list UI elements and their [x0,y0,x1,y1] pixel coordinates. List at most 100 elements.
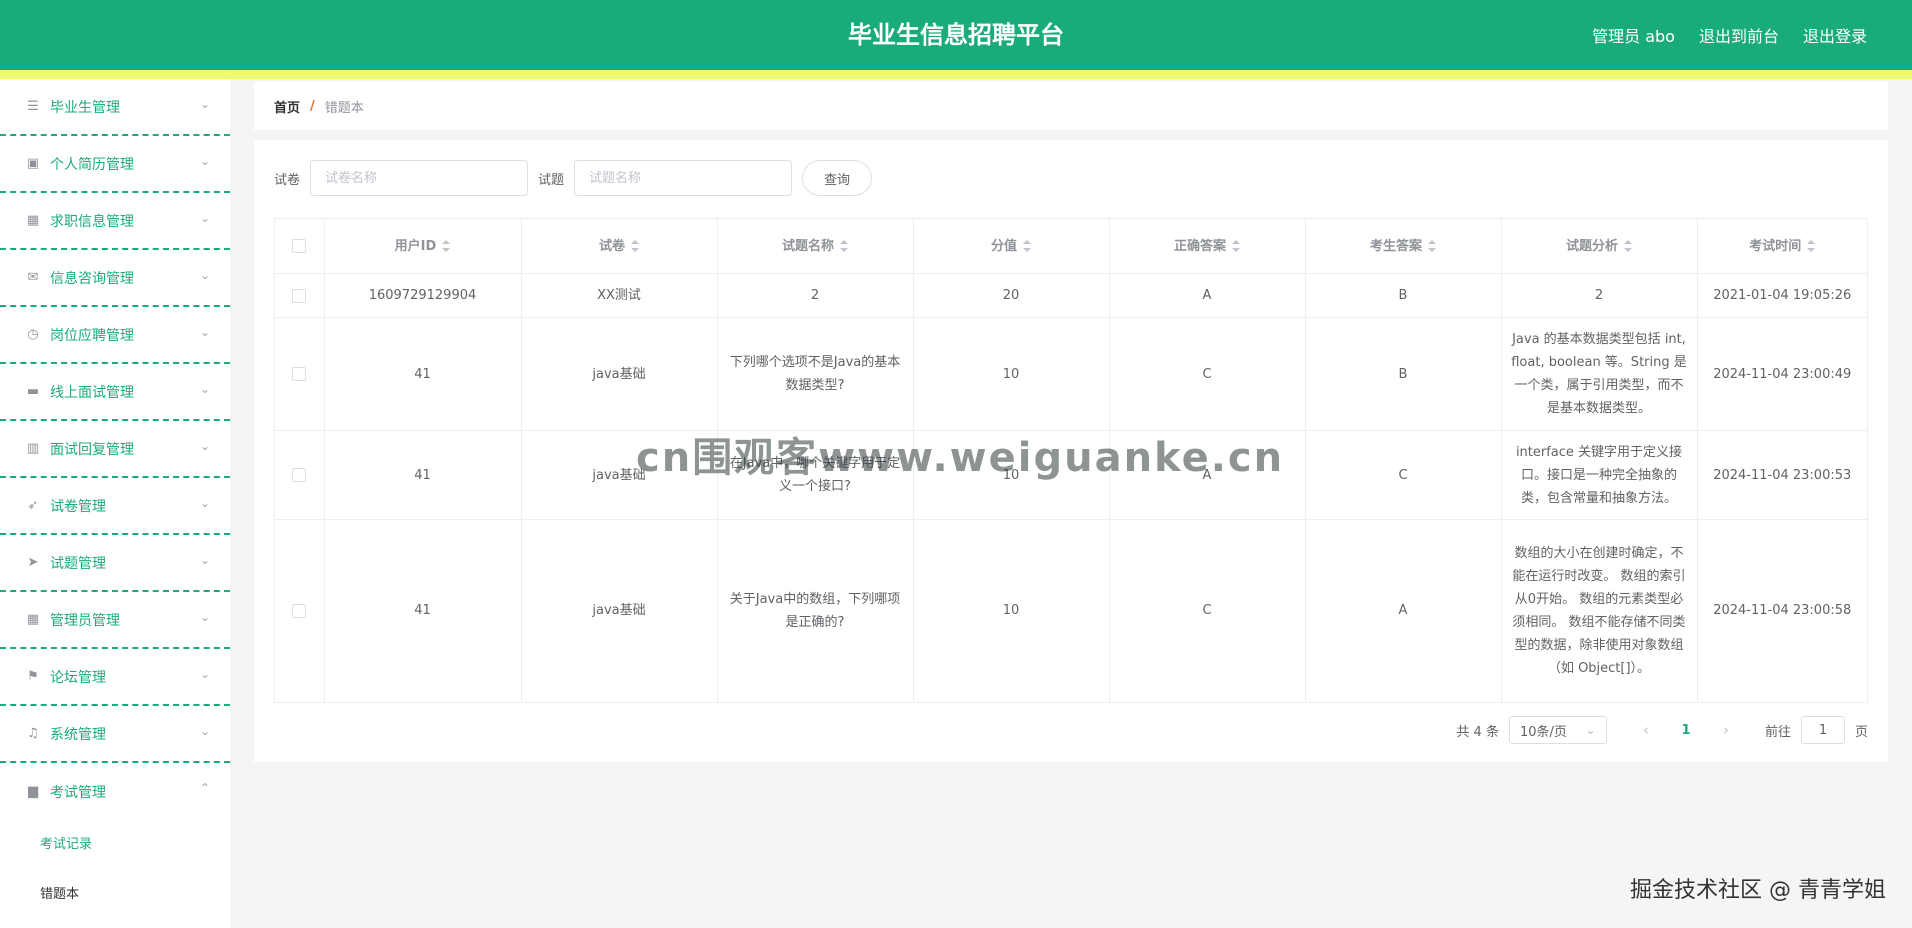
top-header: 毕业生信息招聘平台 管理员 abo 退出到前台 退出登录 [0,0,1912,70]
table-header-row: 用户ID 试卷 试题名称 分值 正确答案 考生答案 试题分析 考试时间 [275,219,1867,274]
chevron-up-icon: ⌃ [199,781,210,795]
column-header[interactable]: 考生答案 [1305,219,1502,274]
sort-icon[interactable] [631,240,639,252]
breadcrumb: 首页 / 错题本 [254,82,1888,130]
cell-exam-time: 2024-11-04 23:00:53 [1697,430,1867,520]
sidebar-item-question[interactable]: ➤ 试题管理 ⌄ [0,535,230,592]
sort-icon[interactable] [840,240,848,252]
logout-link[interactable]: 退出登录 [1803,23,1867,47]
sidebar-item-system[interactable]: ♫ 系统管理 ⌄ [0,706,230,763]
sidebar-item-label: 线上面试管理 [50,384,134,401]
sidebar-item-interview-reply[interactable]: ▥ 面试回复管理 ⌄ [0,421,230,478]
breadcrumb-separator: / [310,98,315,114]
column-header[interactable]: 考试时间 [1697,219,1867,274]
sidebar-item-paper[interactable]: ➶ 试卷管理 ⌄ [0,478,230,535]
chevron-down-icon: ⌄ [199,667,210,681]
query-button[interactable]: 查询 [802,160,873,196]
clipboard-icon: ▣ [26,156,40,171]
page-size-select[interactable]: 10条/页 ⌄ [1508,716,1607,744]
sidebar-item-label: 管理员管理 [50,612,120,629]
cell-candidate-answer: B [1305,317,1502,431]
column-header[interactable]: 试题分析 [1501,219,1698,274]
row-checkbox[interactable] [292,288,307,303]
cell-exam-time: 2024-11-04 23:00:49 [1697,317,1867,431]
mail-icon: ✉ [27,270,39,285]
sidebar-item-online-interview[interactable]: ▬ 线上面试管理 ⌄ [0,364,230,421]
sidebar-item-forum[interactable]: ⚑ 论坛管理 ⌄ [0,649,230,706]
column-header[interactable]: 正确答案 [1109,219,1306,274]
row-select-cell [275,519,325,702]
back-to-front-link[interactable]: 退出到前台 [1699,23,1779,47]
page-size-value: 10条/页 [1519,724,1567,740]
breadcrumb-current: 错题本 [324,100,364,116]
paper-search-label: 试卷 [274,172,301,188]
column-header-label: 考试时间 [1749,238,1802,254]
cell-question: 关于Java中的数组，下列哪项是正确的? [717,519,914,702]
cell-score: 10 [913,317,1110,431]
cell-candidate-answer: B [1305,273,1502,318]
sort-icon[interactable] [1023,240,1031,252]
chevron-down-icon: ⌄ [199,496,210,510]
cell-paper: java基础 [521,317,718,431]
paper-search-input[interactable] [310,160,529,196]
prev-page-button[interactable]: ‹ [1631,721,1661,739]
sort-icon[interactable] [1232,240,1240,252]
submenu-item-exam-record[interactable]: 考试记录 [0,820,230,870]
select-all-checkbox[interactable] [292,239,307,253]
sort-icon[interactable] [1807,240,1816,252]
row-checkbox[interactable] [292,468,307,482]
header-actions: 管理员 abo 退出到前台 退出登录 [1592,0,1867,70]
sidebar-item-label: 论坛管理 [50,669,106,686]
sort-icon[interactable] [1428,240,1436,252]
sidebar-item-label: 系统管理 [50,726,106,743]
column-header[interactable]: 试卷 [521,219,718,274]
goto-page-input[interactable] [1800,716,1845,744]
cell-question: 2 [717,273,914,318]
row-select-cell [275,430,325,520]
question-search-input[interactable] [574,160,793,196]
sidebar-item-job-info[interactable]: ▦ 求职信息管理 ⌄ [0,193,230,250]
sidebar-item-resume[interactable]: ▣ 个人简历管理 ⌄ [0,136,230,193]
cell-analysis: interface 关键字用于定义接口。接口是一种完全抽象的类，包含常量和抽象方… [1501,430,1698,520]
column-header[interactable]: 用户ID [324,219,522,274]
row-checkbox[interactable] [292,367,307,381]
apps-icon: ▦ [26,612,40,627]
chevron-down-icon: ⌄ [199,97,210,111]
sidebar-item-exam[interactable]: ▆ 考试管理 ⌃ [0,763,230,820]
chevron-down-icon: ⌄ [199,439,210,453]
juejin-watermark: 掘金技术社区 @ 青青学姐 [1630,878,1886,903]
sort-icon[interactable] [442,240,451,252]
page-suffix: 页 [1854,724,1868,740]
sidebar-item-consult[interactable]: ✉ 信息咨询管理 ⌄ [0,250,230,307]
cell-paper: java基础 [521,519,718,702]
column-header-label: 考生答案 [1369,238,1422,254]
chevron-down-icon: ⌄ [199,325,210,339]
column-header[interactable]: 试题名称 [717,219,914,274]
row-checkbox[interactable] [292,603,307,618]
chevron-down-icon: ⌄ [199,382,210,396]
sidebar-item-admin[interactable]: ▦ 管理员管理 ⌄ [0,592,230,649]
sidebar-item-label: 试卷管理 [50,498,106,515]
cell-analysis: Java 的基本数据类型包括 int, float, boolean 等。Str… [1501,317,1698,431]
sort-icon[interactable] [1624,240,1632,252]
next-page-button[interactable]: › [1711,721,1741,739]
sidebar-item-label: 岗位应聘管理 [50,327,134,344]
goto-label: 前往 [1764,724,1791,740]
submenu-item-wrong-book[interactable]: 错题本 [0,870,230,920]
search-form: 试卷 试题 查询 [274,160,873,196]
sidebar-item-graduate[interactable]: ☰ 毕业生管理 ⌄ [0,79,230,136]
cell-correct-answer: C [1109,317,1306,431]
column-header[interactable]: 分值 [913,219,1110,274]
table-row: 41 java基础 下列哪个选项不是Java的基本数据类型? 10 C B Ja… [275,317,1867,431]
cell-user-id: 41 [324,317,522,431]
site-watermark: cn围观客www.weiguanke.cn [636,435,1285,481]
sidebar-item-application[interactable]: ◷ 岗位应聘管理 ⌄ [0,307,230,364]
sidebar-item-label: 试题管理 [50,555,106,572]
cell-candidate-answer: C [1305,430,1502,520]
column-header-label: 正确答案 [1173,238,1226,254]
table-row: 41 java基础 关于Java中的数组，下列哪项是正确的? 10 C A 数组… [275,519,1867,702]
row-select-cell [275,317,325,431]
page-number-current[interactable]: 1 [1671,723,1701,738]
chevron-down-icon: ⌄ [199,154,210,168]
breadcrumb-home[interactable]: 首页 [274,97,300,116]
